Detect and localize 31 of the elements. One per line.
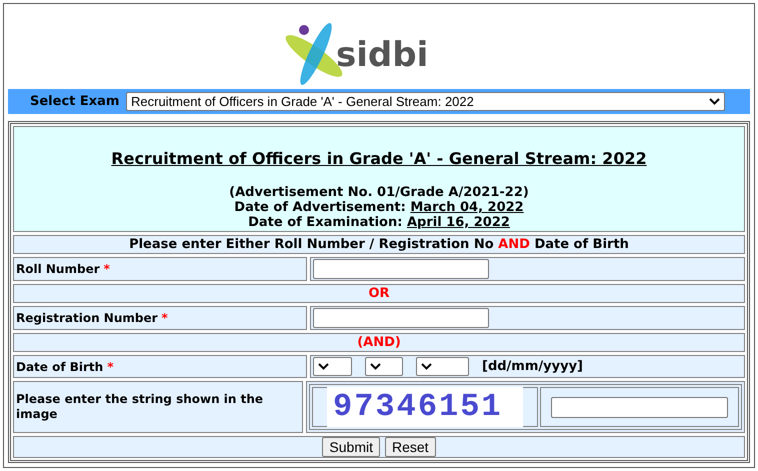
form-button[interactable]: Submit [322,437,380,457]
logo: sidbi [284,8,474,88]
text-field[interactable] [313,308,489,328]
text-field[interactable] [313,259,489,279]
field-label: Roll Number [16,261,100,278]
instruction-text: Please enter Either Roll Number / Registration No AND Date of Birth [129,236,629,254]
caret-icon [318,363,329,370]
year-select[interactable] [416,357,469,376]
select-exam-label: Select Exam [29,92,120,111]
form-button[interactable]: Reset [385,437,436,457]
examination-date: Date of Examination: April 16, 2022 [248,215,510,230]
advertisement-date: Date of Advertisement: March 04, 2022 [234,200,524,215]
required-mark: * [107,358,114,376]
captcha-image: 97346151 [327,387,523,427]
exam-select[interactable]: Recruitment of Officers in Grade 'A' - General Stream: 2022 [126,92,725,111]
caret-icon [370,363,381,370]
separator-label: (AND) [357,334,401,352]
required-mark: * [104,261,110,278]
captcha-field[interactable] [551,396,728,418]
advertisement-number: (Advertisement No. 01/Grade A/2021-22) [229,185,529,200]
required-mark: * [162,310,168,327]
field-label: Please enter the string shown in the image [16,392,264,422]
caret-icon [709,98,720,105]
separator-label: OR [368,284,390,303]
date-format-hint: [dd/mm/yyyy] [482,358,583,376]
month-select[interactable] [365,357,403,376]
caret-icon [421,363,432,370]
page-title: Recruitment of Officers in Grade 'A' - General Stream: 2022 [111,148,647,170]
day-select[interactable] [313,357,352,376]
field-label: Registration Number [16,310,158,327]
field-label: Date of Birth [16,358,104,376]
